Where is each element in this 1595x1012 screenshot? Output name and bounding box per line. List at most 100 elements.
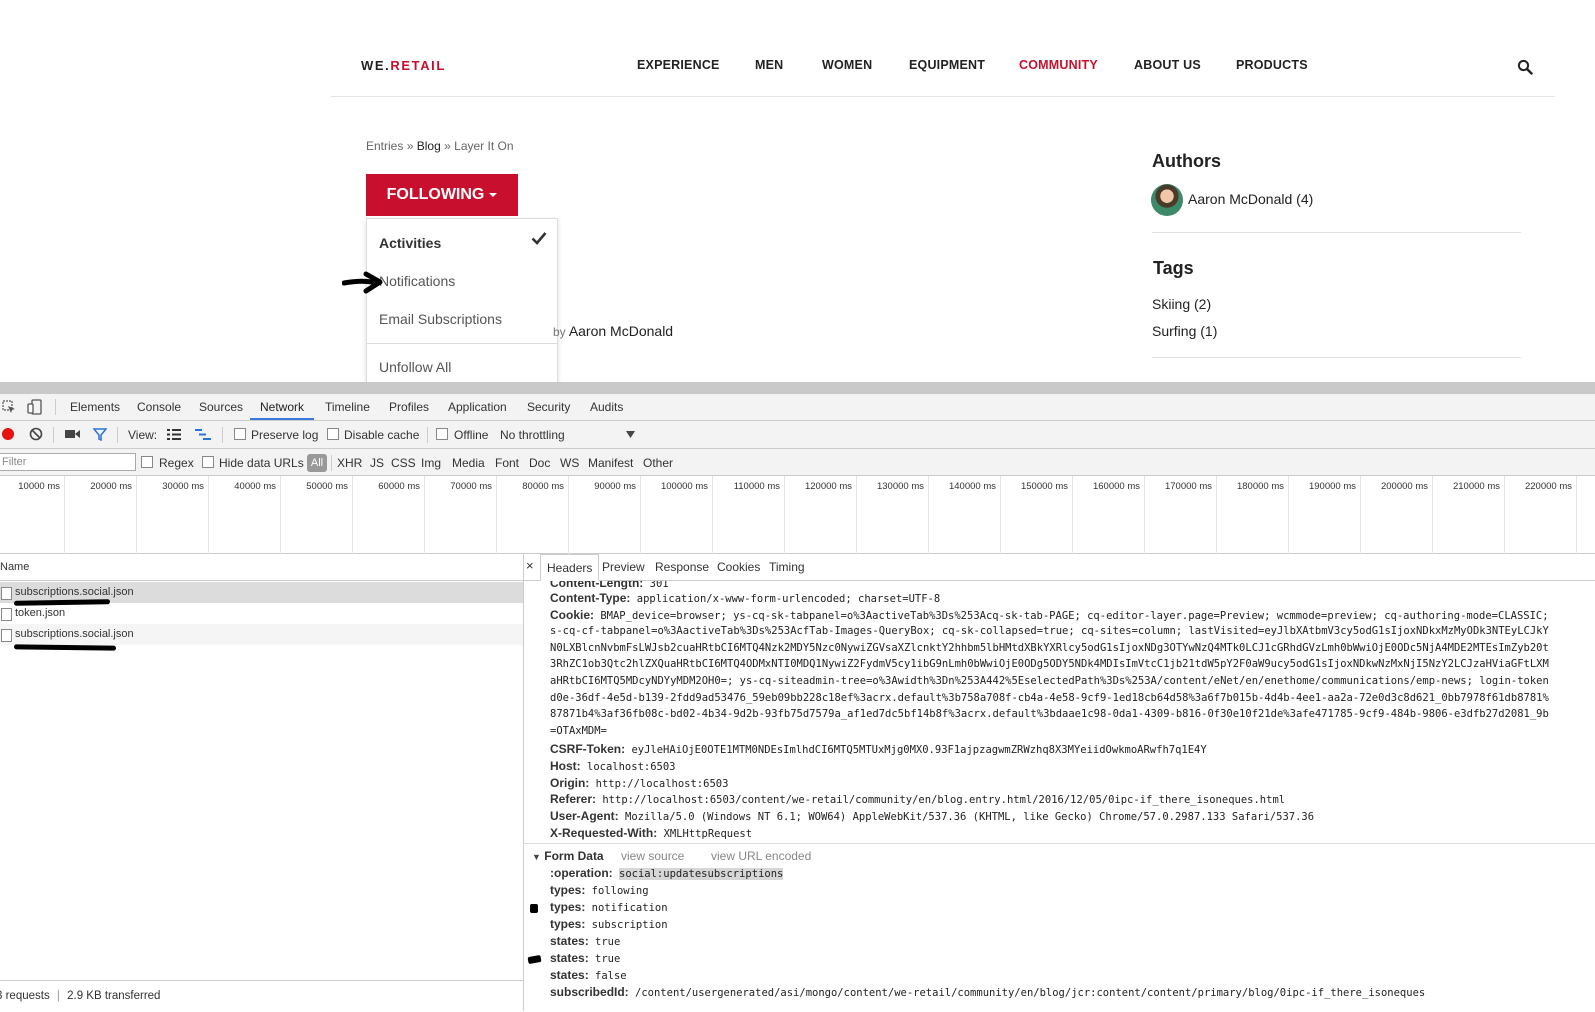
form-field-types: types: following	[550, 883, 649, 897]
request-row[interactable]: token.json	[0, 603, 523, 624]
throttling-select[interactable]: No throttling	[500, 428, 565, 442]
regex-checkbox[interactable]	[141, 456, 153, 468]
tab-console[interactable]: Console	[137, 400, 181, 414]
cookie-continuation: 87871b4%3af36fb08c-bd02-4b34-9d2b-93fb75…	[550, 708, 1549, 720]
form-field-states: states: true	[550, 934, 621, 948]
menu-item-email-subscriptions[interactable]: Email Subscriptions	[379, 311, 502, 327]
we-retail-logo[interactable]: WE.RETAIL	[361, 58, 446, 73]
filter-type-all[interactable]: All	[307, 454, 327, 472]
cookie-continuation: d0e-36df-4e5d-b139-2fdd9ad53476_59eb09bb…	[550, 692, 1549, 704]
offline-checkbox[interactable]	[436, 428, 448, 440]
breadcrumb-entries[interactable]: Entries	[366, 139, 403, 153]
nav-about-us[interactable]: ABOUT US	[1134, 58, 1201, 72]
hide-data-urls-label: Hide data URLs	[219, 456, 304, 470]
form-field-states: states: true	[550, 951, 621, 965]
filter-type-media[interactable]: Media	[452, 456, 485, 470]
clear-icon[interactable]	[29, 427, 43, 441]
disable-cache-checkbox[interactable]	[327, 428, 339, 440]
nav-men[interactable]: MEN	[755, 58, 783, 72]
view-source-link[interactable]: view source	[621, 849, 684, 863]
tab-timing[interactable]: Timing	[769, 560, 805, 574]
post-byline: by Aaron McDonald	[553, 323, 674, 339]
devtools-tabbar: Elements Console Sources Network Timelin…	[0, 394, 1595, 421]
network-overview-timeline[interactable]: 10000 ms 20000 ms 30000 ms 40000 ms 50000 ms…	[0, 476, 1595, 554]
tags-heading: Tags	[1153, 258, 1194, 278]
header-cookie: Cookie: BMAP_device=browser; ys-cq-sk-ta…	[550, 608, 1549, 622]
nav-women[interactable]: WOMEN	[822, 58, 872, 72]
mark-annotation	[527, 954, 542, 965]
menu-divider	[367, 343, 557, 344]
timeline-tick-label: 10000 ms	[18, 481, 60, 492]
filter-type-other[interactable]: Other	[643, 456, 673, 470]
filter-type-js[interactable]: JS	[370, 456, 384, 470]
tab-timeline[interactable]: Timeline	[325, 400, 370, 414]
preserve-log-checkbox[interactable]	[234, 428, 246, 440]
nav-community[interactable]: COMMUNITY	[1019, 58, 1098, 72]
name-column-header[interactable]: Name	[0, 554, 523, 581]
header-content-type: Content-Type: application/x-www-form-url…	[550, 591, 941, 605]
filter-type-img[interactable]: Img	[421, 456, 441, 470]
timeline-tick-label: 200000 ms	[1380, 481, 1428, 492]
tab-cookies[interactable]: Cookies	[717, 560, 760, 574]
timeline-gridline	[568, 476, 569, 554]
close-icon[interactable]: ×	[526, 558, 534, 573]
tab-sources[interactable]: Sources	[199, 400, 243, 414]
filter-type-font[interactable]: Font	[495, 456, 519, 470]
inspect-element-icon[interactable]	[2, 400, 16, 414]
tab-network[interactable]: Network	[260, 400, 304, 414]
following-dropdown-button[interactable]: FOLLOWING	[366, 174, 518, 216]
filter-type-doc[interactable]: Doc	[529, 456, 550, 470]
request-row[interactable]: subscriptions.social.json	[0, 624, 523, 645]
author-link[interactable]: Aaron McDonald (4)	[1188, 191, 1313, 207]
breadcrumb: Entries » Blog » Layer It On	[366, 139, 514, 153]
timeline-gridline	[496, 476, 497, 554]
form-data-toggle[interactable]: ▼ Form Data	[532, 849, 604, 863]
timeline-gridline	[1288, 476, 1289, 554]
nav-products[interactable]: PRODUCTS	[1236, 58, 1308, 72]
capture-screenshots-icon[interactable]	[65, 429, 80, 439]
scrollbar-thumb[interactable]	[10, 384, 1595, 392]
tag-skiing[interactable]: Skiing (2)	[1152, 296, 1211, 312]
filter-icon[interactable]	[93, 427, 107, 441]
filter-type-css[interactable]: CSS	[391, 456, 416, 470]
timeline-tick-label: 220000 ms	[1524, 481, 1572, 492]
dropdown-arrow-icon[interactable]	[626, 431, 635, 438]
timeline-tick-label: 160000 ms	[1092, 481, 1140, 492]
horizontal-scrollbar[interactable]	[0, 382, 1595, 394]
tab-headers[interactable]: Headers	[540, 554, 600, 581]
record-icon[interactable]	[2, 428, 14, 440]
tab-security[interactable]: Security	[527, 400, 570, 414]
nav-equipment[interactable]: EQUIPMENT	[909, 58, 985, 72]
menu-item-notifications[interactable]: Notifications	[379, 273, 455, 289]
device-toolbar-icon[interactable]	[27, 399, 43, 415]
tab-elements[interactable]: Elements	[70, 400, 120, 414]
large-rows-icon[interactable]	[167, 429, 181, 440]
timeline-tick-label: 80000 ms	[522, 481, 564, 492]
nav-experience[interactable]: EXPERIENCE	[637, 58, 720, 72]
breadcrumb-blog[interactable]: Blog	[417, 139, 441, 153]
tab-preview[interactable]: Preview	[602, 560, 645, 574]
tab-application[interactable]: Application	[448, 400, 507, 414]
detail-tabs: × Headers Preview Response Cookies Timin…	[524, 554, 1595, 581]
filter-type-manifest[interactable]: Manifest	[588, 456, 633, 470]
view-url-encoded-link[interactable]: view URL encoded	[711, 849, 811, 863]
timeline-tick-label: 120000 ms	[804, 481, 852, 492]
byline-author-link[interactable]: Aaron McDonald	[569, 323, 673, 339]
breadcrumb-current: Layer It On	[454, 139, 514, 153]
request-count: 3 requests	[0, 990, 50, 1002]
menu-item-activities[interactable]: Activities	[379, 235, 441, 251]
mark-annotation	[530, 904, 538, 913]
header-divider	[331, 96, 1555, 97]
tag-surfing[interactable]: Surfing (1)	[1152, 323, 1217, 339]
timeline-tick-label: 110000 ms	[733, 481, 780, 492]
tab-response[interactable]: Response	[655, 560, 709, 574]
filter-type-xhr[interactable]: XHR	[337, 456, 362, 470]
overview-waterfall-icon[interactable]	[195, 429, 211, 440]
hide-data-urls-checkbox[interactable]	[202, 456, 214, 468]
filter-input[interactable]: Filter	[0, 453, 136, 471]
search-icon[interactable]	[1517, 59, 1533, 75]
tab-audits[interactable]: Audits	[590, 400, 623, 414]
tab-profiles[interactable]: Profiles	[389, 400, 429, 414]
filter-type-ws[interactable]: WS	[560, 456, 579, 470]
menu-item-unfollow-all[interactable]: Unfollow All	[379, 359, 451, 375]
